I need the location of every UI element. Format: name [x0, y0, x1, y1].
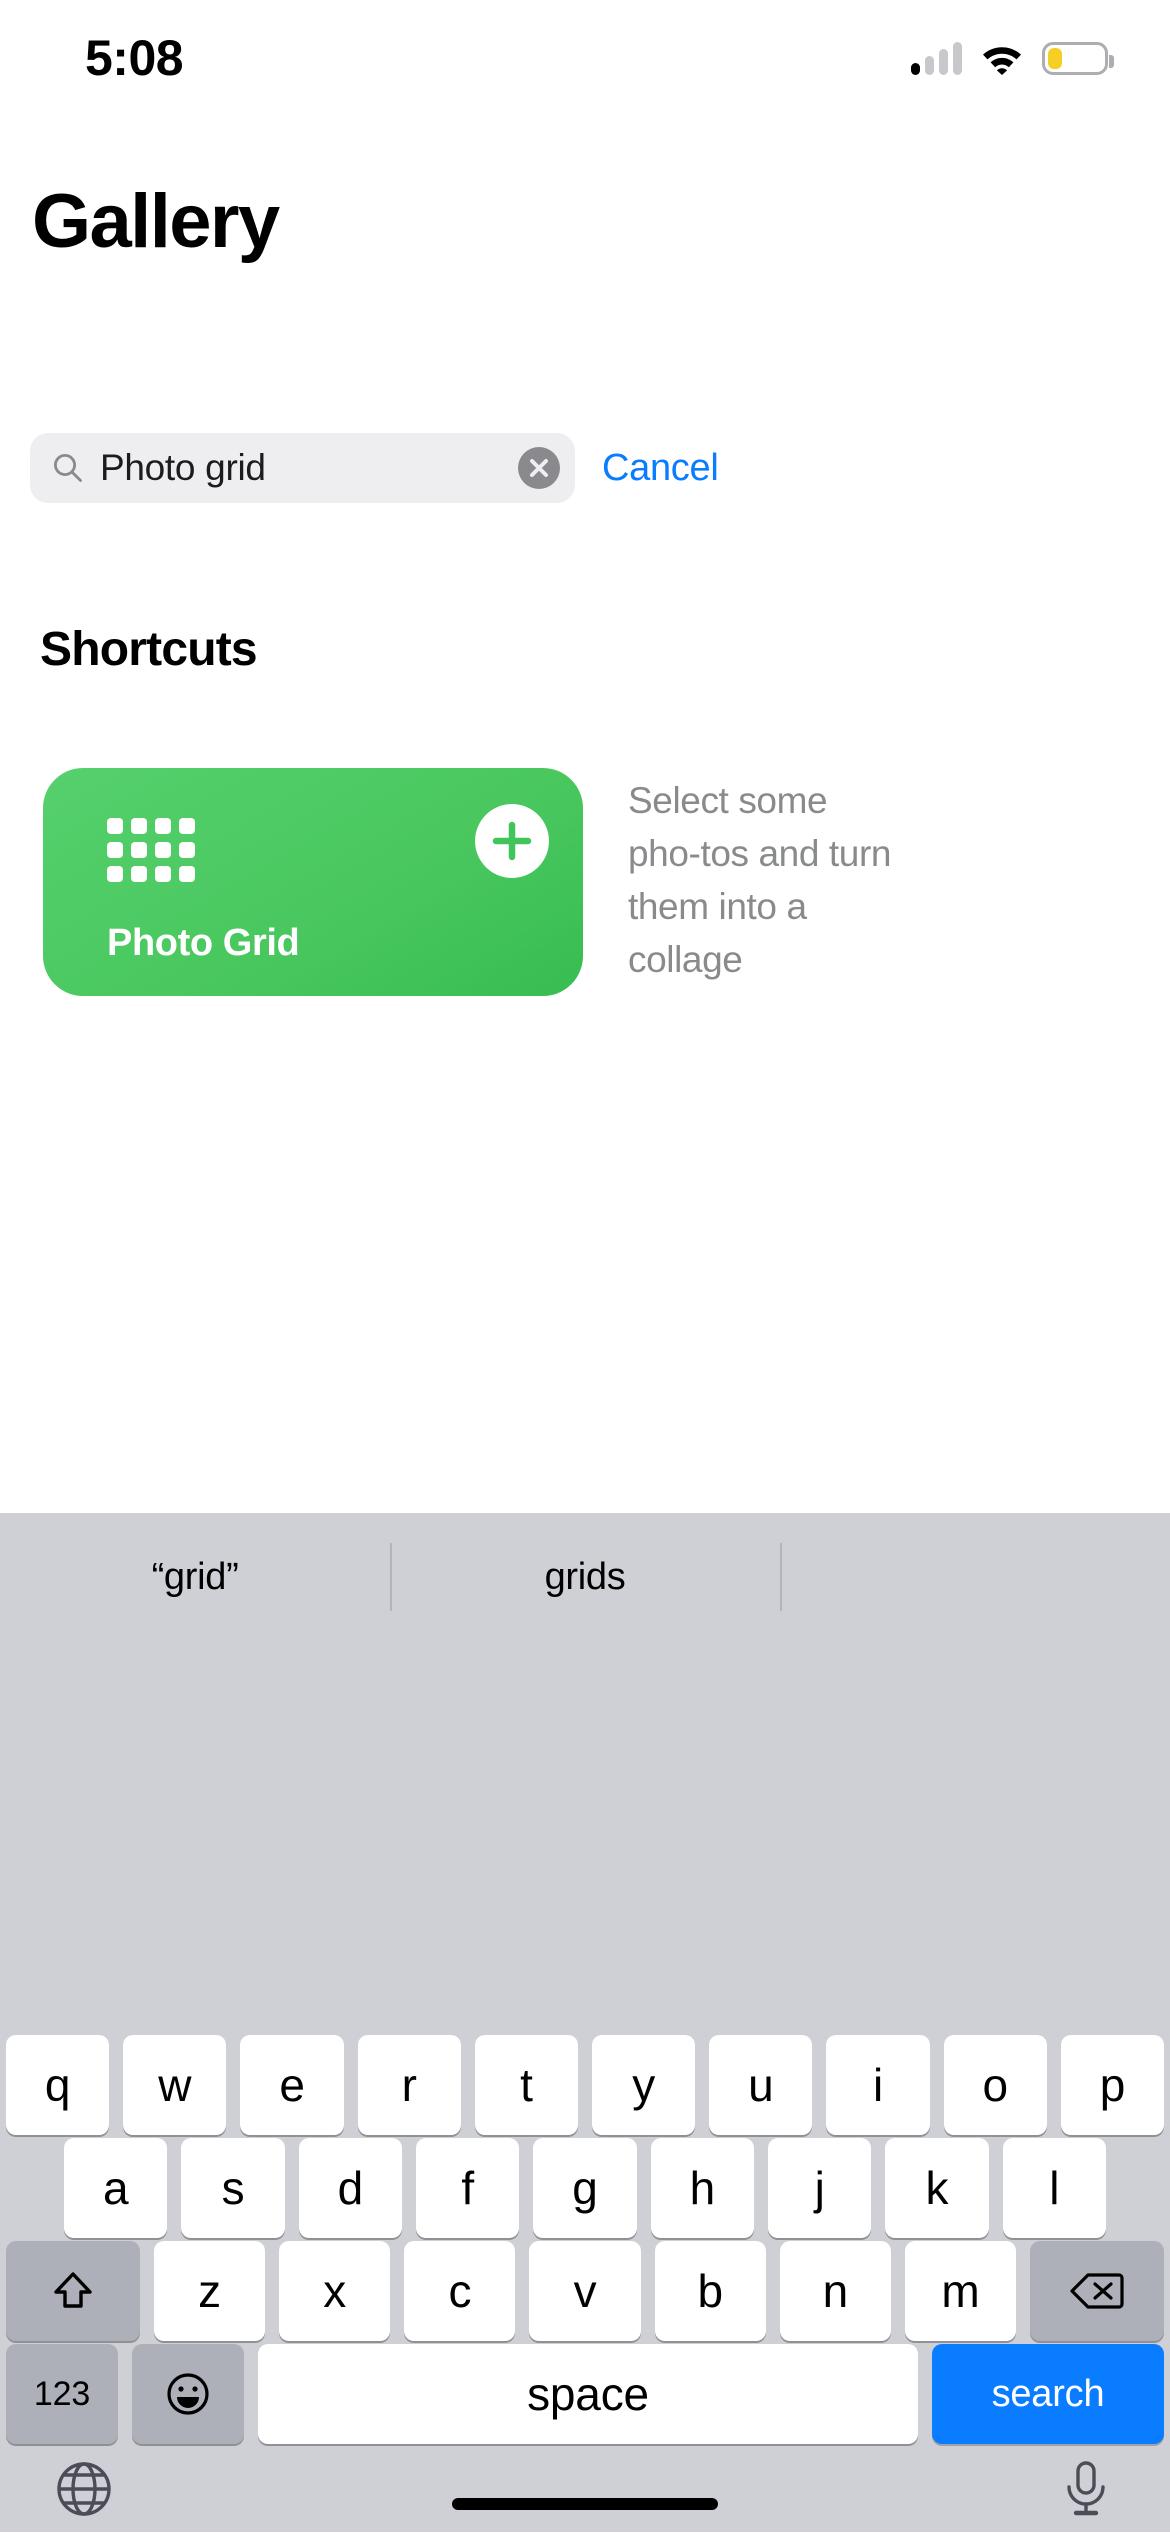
cellular-signal-icon [911, 41, 962, 75]
globe-icon [57, 2462, 111, 2516]
shift-arrow-icon [54, 2272, 92, 2308]
key-o[interactable]: o [943, 2035, 1047, 2135]
key-h[interactable]: h [650, 2138, 754, 2238]
space-key[interactable]: space [258, 2344, 918, 2444]
keyboard-row-2: a s d f g h j k l [0, 2138, 1170, 2238]
section-header-shortcuts: Shortcuts [40, 623, 258, 676]
shortcut-card-photo-grid[interactable]: Photo Grid [43, 768, 583, 996]
key-j[interactable]: j [767, 2138, 872, 2238]
battery-icon [1042, 41, 1114, 75]
key-y[interactable]: y [592, 2035, 696, 2135]
key-s[interactable]: s [181, 2138, 285, 2238]
key-p[interactable]: p [1060, 2035, 1165, 2135]
key-d[interactable]: d [298, 2138, 402, 2238]
key-u[interactable]: u [709, 2035, 813, 2135]
status-bar-time: 5:08 [85, 30, 184, 86]
shortcut-result-row: Photo Grid Select some pho‐tos and turn … [0, 768, 1170, 1018]
backspace-icon [1070, 2273, 1124, 2309]
page-title: Gallery [32, 179, 280, 264]
keyboard-row-3: z x c v b n m [0, 2241, 1170, 2341]
emoji-smiley-icon [167, 2373, 209, 2415]
keyboard-bottom-bar [0, 2453, 1170, 2533]
key-w[interactable]: w [123, 2035, 227, 2135]
status-bar-indicators [911, 34, 1114, 82]
suggestion-item-0[interactable]: “grid” [0, 1554, 390, 1600]
wifi-icon [983, 47, 1021, 75]
suggestion-item-1[interactable]: grids [390, 1554, 780, 1600]
key-i[interactable]: i [826, 2035, 930, 2135]
key-e[interactable]: e [240, 2035, 344, 2135]
status-bar: 5:08 [0, 0, 1170, 130]
key-m[interactable]: m [904, 2241, 1016, 2341]
key-k[interactable]: k [885, 2138, 989, 2238]
key-t[interactable]: t [474, 2035, 579, 2135]
search-return-key[interactable]: search [932, 2344, 1164, 2444]
key-v[interactable]: v [529, 2241, 641, 2341]
shift-key[interactable] [6, 2241, 140, 2341]
search-input-value: Photo grid [100, 447, 266, 488]
key-f[interactable]: f [415, 2138, 520, 2238]
software-keyboard: “grid” grids q w e r t y u i o p a s d f… [0, 1513, 1170, 2532]
key-q[interactable]: q [6, 2035, 110, 2135]
search-input[interactable]: Photo grid [30, 433, 575, 503]
key-g[interactable]: g [533, 2138, 637, 2238]
keyboard-row-1: q w e r t y u i o p [0, 2035, 1170, 2135]
globe-key[interactable] [48, 2453, 120, 2525]
grid-icon [107, 818, 195, 882]
key-a[interactable]: a [64, 2138, 168, 2238]
shortcut-card-title: Photo Grid [107, 922, 300, 964]
numbers-key[interactable]: 123 [6, 2344, 118, 2444]
clear-circle-icon[interactable] [518, 447, 560, 489]
keyboard-row-4: 123 space search [0, 2344, 1170, 2444]
plus-icon [492, 821, 532, 861]
backspace-key[interactable] [1029, 2241, 1164, 2341]
key-c[interactable]: c [404, 2241, 516, 2341]
key-x[interactable]: x [279, 2241, 391, 2341]
search-bar-row: Photo grid Cancel [0, 432, 1170, 504]
key-n[interactable]: n [779, 2241, 891, 2341]
shortcut-description: Select some pho‐tos and turn them into a… [628, 780, 892, 980]
key-b[interactable]: b [654, 2241, 766, 2341]
key-r[interactable]: r [357, 2035, 461, 2135]
suggestion-bar: “grid” grids [0, 1513, 1170, 1641]
dictation-key[interactable] [1050, 2453, 1122, 2525]
key-l[interactable]: l [1002, 2138, 1106, 2238]
microphone-icon [1067, 2461, 1105, 2516]
cancel-button[interactable]: Cancel [602, 446, 719, 490]
battery-fill [1048, 47, 1062, 69]
add-shortcut-button[interactable] [475, 804, 549, 878]
key-z[interactable]: z [154, 2241, 266, 2341]
emoji-key[interactable] [132, 2344, 244, 2444]
search-icon [53, 453, 82, 482]
home-indicator [452, 2498, 718, 2510]
